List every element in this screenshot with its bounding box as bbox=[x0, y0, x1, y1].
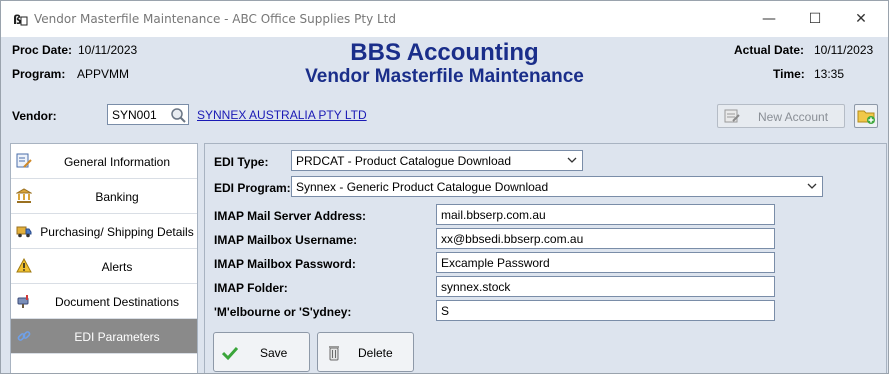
delete-label: Delete bbox=[358, 346, 393, 360]
imap-server-field[interactable]: mail.bbserp.com.au bbox=[436, 204, 775, 225]
window-title: Vendor Masterfile Maintenance - ABC Offi… bbox=[34, 12, 396, 26]
checkmark-icon bbox=[221, 345, 239, 361]
link-icon bbox=[16, 328, 32, 344]
imap-username-label: IMAP Mailbox Username: bbox=[214, 233, 358, 247]
sidebar-item-label: Document Destinations bbox=[54, 294, 180, 309]
vendor-name-link[interactable]: SYNNEX AUSTRALIA PTY LTD bbox=[197, 108, 367, 122]
sidebar-item-label: Banking bbox=[95, 189, 139, 204]
save-label: Save bbox=[260, 346, 288, 360]
bank-icon bbox=[15, 188, 33, 204]
sidebar-item-document-destinations[interactable]: Document Destinations bbox=[11, 284, 197, 319]
mailbox-icon bbox=[16, 293, 32, 309]
delete-button[interactable]: Delete bbox=[317, 332, 414, 372]
search-icon[interactable] bbox=[170, 107, 186, 123]
truck-icon bbox=[16, 223, 32, 239]
sidebar-item-label: General Information bbox=[63, 154, 171, 169]
region-label: 'M'elbourne or 'S'ydney: bbox=[214, 305, 352, 319]
sidebar-item-alerts[interactable]: Alerts bbox=[11, 249, 197, 284]
imap-password-field[interactable]: Excample Password bbox=[436, 252, 775, 273]
vendor-code-field[interactable]: SYN001 bbox=[107, 104, 189, 125]
imap-folder-field[interactable]: synnex.stock bbox=[436, 276, 775, 297]
edi-program-select[interactable]: Synnex - Generic Product Catalogue Downl… bbox=[291, 176, 823, 197]
time-label: Time: bbox=[773, 67, 805, 81]
new-account-icon bbox=[724, 108, 740, 124]
actual-date-value: 10/11/2023 bbox=[814, 43, 874, 57]
folder-add-button[interactable] bbox=[854, 104, 878, 128]
vendor-label: Vendor: bbox=[12, 109, 57, 123]
folder-add-icon bbox=[857, 110, 875, 124]
new-account-label: New Account bbox=[758, 110, 829, 124]
new-account-button[interactable]: New Account bbox=[717, 104, 845, 128]
edi-parameters-panel: EDI Type: PRDCAT - Product Catalogue Dow… bbox=[204, 143, 887, 373]
save-button[interactable]: Save bbox=[213, 332, 310, 372]
edi-type-select[interactable]: PRDCAT - Product Catalogue Download bbox=[291, 150, 583, 171]
sidebar: General Information Banking Purchasing/ … bbox=[10, 143, 198, 373]
imap-server-label: IMAP Mail Server Address: bbox=[214, 209, 367, 223]
app-logo-icon: ß bbox=[12, 11, 28, 27]
sidebar-item-label: EDI Parameters bbox=[74, 329, 160, 344]
sidebar-item-purchasing-shipping[interactable]: Purchasing/ Shipping Details bbox=[11, 214, 197, 249]
sidebar-item-banking[interactable]: Banking bbox=[11, 179, 197, 214]
time-value: 13:35 bbox=[814, 67, 845, 81]
vendor-code-value: SYN001 bbox=[112, 108, 157, 122]
maximize-button[interactable]: ☐ bbox=[792, 1, 838, 37]
edi-program-label: EDI Program: bbox=[214, 181, 291, 195]
region-field[interactable]: S bbox=[436, 300, 775, 321]
close-button[interactable]: ✕ bbox=[838, 1, 884, 37]
chevron-down-icon bbox=[806, 179, 818, 193]
title-bar: ß Vendor Masterfile Maintenance - ABC Of… bbox=[1, 1, 888, 37]
sidebar-item-label: Purchasing/ Shipping Details bbox=[40, 224, 194, 239]
edi-type-value: PRDCAT - Product Catalogue Download bbox=[296, 154, 511, 168]
imap-folder-label: IMAP Folder: bbox=[214, 281, 288, 295]
sidebar-item-label: Alerts bbox=[101, 259, 133, 274]
document-pen-icon bbox=[16, 153, 32, 169]
imap-username-field[interactable]: xx@bbsedi.bbserp.com.au bbox=[436, 228, 775, 249]
sidebar-item-general-information[interactable]: General Information bbox=[11, 144, 197, 179]
edi-program-value: Synnex - Generic Product Catalogue Downl… bbox=[296, 180, 549, 194]
sidebar-item-edi-parameters[interactable]: EDI Parameters bbox=[11, 319, 197, 354]
chevron-down-icon bbox=[566, 153, 578, 167]
actual-date-label: Actual Date: bbox=[734, 43, 805, 57]
edi-type-label: EDI Type: bbox=[214, 155, 269, 169]
page-subtitle: Vendor Masterfile Maintenance bbox=[305, 66, 584, 87]
main-window: ß Vendor Masterfile Maintenance - ABC Of… bbox=[0, 0, 889, 374]
warning-icon bbox=[16, 257, 32, 274]
trash-icon bbox=[326, 345, 342, 361]
minimize-button[interactable]: — bbox=[746, 1, 792, 37]
imap-password-label: IMAP Mailbox Password: bbox=[214, 257, 356, 271]
